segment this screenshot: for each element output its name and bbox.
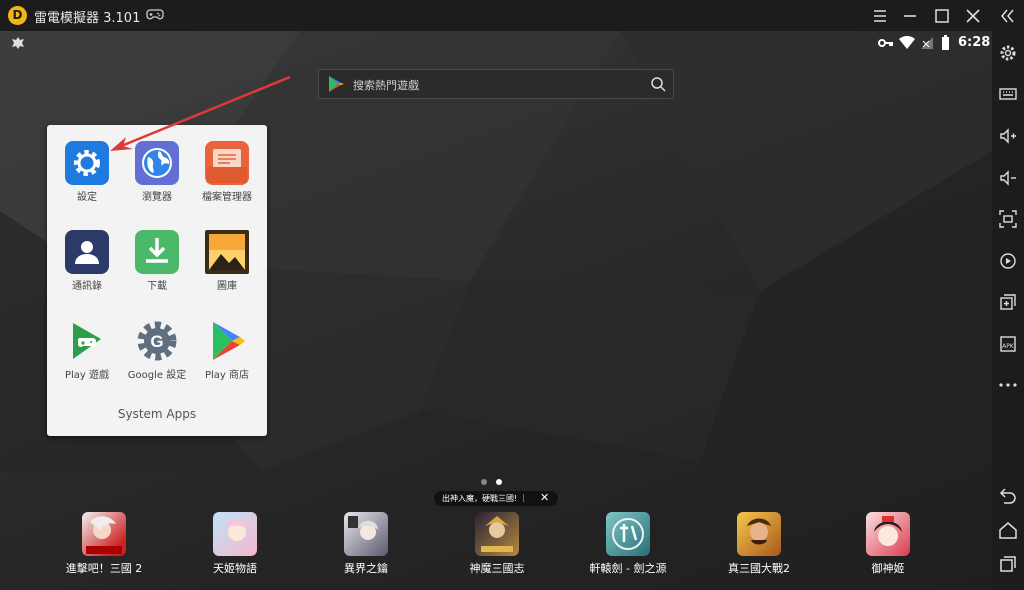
folder-name[interactable]: System Apps [47, 407, 267, 421]
app-label: 設定 [77, 192, 97, 203]
status-bar: 6:28 [0, 31, 992, 57]
dock-app-label: 進擊吧！三國 2 [65, 562, 143, 575]
collapse-sidebar-icon[interactable] [997, 6, 1017, 26]
window-title: 雷電模擬器 3.101 [34, 11, 141, 26]
game-icon [606, 512, 650, 556]
app-google-settings[interactable]: G Google 設定 [122, 319, 192, 381]
wifi-icon [899, 36, 915, 49]
dock-app-label: 天姬物語 [213, 562, 257, 575]
app-contacts[interactable]: 通訊錄 [52, 230, 122, 292]
app-label: 通訊錄 [72, 281, 102, 292]
play-store-icon [205, 319, 249, 363]
keyboard-icon[interactable] [998, 84, 1018, 104]
no-signal-icon [921, 37, 933, 49]
ldplayer-logo-icon: D [8, 6, 27, 25]
title-bar: D 雷電模擬器 3.101 [0, 0, 1024, 31]
dock-app-label: 真三國大戰2 [728, 562, 790, 575]
toast-close-button[interactable]: ✕ [540, 491, 549, 504]
gallery-icon [205, 230, 249, 274]
home-icon[interactable] [998, 520, 1018, 540]
clock: 6:28 [958, 35, 991, 50]
game-icon [82, 512, 126, 556]
multi-instance-icon[interactable] [998, 292, 1018, 312]
menu-icon[interactable] [870, 6, 890, 26]
dock-app-label: 神魔三國志 [469, 562, 525, 575]
minimize-icon[interactable] [900, 6, 920, 26]
annotation-arrow [110, 75, 291, 151]
app-gallery[interactable]: 圖庫 [192, 230, 262, 292]
toast-text: 出神入魔，硬戰三國! ｜ [442, 494, 528, 503]
gamepad-icon[interactable] [146, 8, 164, 22]
page-dot-active[interactable] [496, 479, 502, 485]
back-icon[interactable] [998, 485, 1018, 505]
dock-app-label: 異界之鑰 [344, 562, 388, 575]
app-label: Play 商店 [204, 370, 250, 381]
record-icon[interactable] [998, 251, 1018, 271]
right-toolbar: APK [992, 31, 1024, 590]
play-games-icon [65, 319, 109, 363]
dock-app-6[interactable]: 真三國大戰2 [709, 512, 809, 576]
google-settings-icon: G [135, 319, 179, 363]
promo-toast[interactable]: 出神入魔，硬戰三國! ｜ ✕ [434, 491, 558, 506]
app-label: Google 設定 [127, 370, 187, 381]
game-icon [475, 512, 519, 556]
dock-app-3[interactable]: 異界之鑰 [316, 512, 416, 576]
more-icon[interactable] [998, 375, 1018, 395]
app-label: 瀏覽器 [142, 192, 172, 203]
game-icon [737, 512, 781, 556]
app-play-games[interactable]: Play 遊戲 [52, 319, 122, 381]
android-screen: 6:28 搜索熱門遊戲 設定 瀏覽器 檔案管理器 通訊錄 下載 圖庫 Play … [0, 31, 992, 590]
app-play-store[interactable]: Play 商店 [192, 319, 262, 381]
search-input[interactable]: 搜索熱門遊戲 [353, 77, 419, 93]
dock-app-label: 軒轅劍 - 劍之源 [589, 562, 667, 575]
game-icon [213, 512, 257, 556]
google-play-icon [329, 76, 344, 92]
close-icon[interactable] [963, 6, 983, 26]
fullscreen-icon[interactable] [998, 209, 1018, 229]
apk-install-icon[interactable]: APK [998, 334, 1018, 354]
volume-down-icon[interactable] [998, 168, 1018, 188]
svg-text:APK: APK [1002, 343, 1015, 350]
volume-up-icon[interactable] [998, 126, 1018, 146]
recent-apps-icon[interactable] [998, 554, 1018, 574]
app-download[interactable]: 下載 [122, 230, 192, 292]
dock-app-5[interactable]: 軒轅劍 - 劍之源 [578, 512, 678, 576]
settings-gear-icon[interactable] [998, 43, 1018, 63]
game-icon [344, 512, 388, 556]
app-label: 檔案管理器 [202, 192, 252, 203]
game-icon [866, 512, 910, 556]
vpn-key-icon [878, 39, 893, 47]
system-apps-folder: 設定 瀏覽器 檔案管理器 通訊錄 下載 圖庫 Play 遊戲 G Google … [47, 125, 267, 436]
download-icon [135, 230, 179, 274]
battery-icon [942, 35, 949, 50]
dock-app-1[interactable]: 進擊吧！三國 2 [54, 512, 154, 576]
app-label: 下載 [147, 281, 167, 292]
dock-app-2[interactable]: 天姬物語 [185, 512, 285, 576]
app-label: Play 遊戲 [64, 370, 110, 381]
dock-app-7[interactable]: 御神姬 [838, 512, 938, 576]
dock-app-label: 御神姬 [871, 562, 905, 575]
svg-text:G: G [150, 332, 163, 351]
search-icon[interactable] [650, 76, 666, 92]
dock-app-4[interactable]: 神魔三國志 [447, 512, 547, 576]
app-label: 圖庫 [217, 281, 237, 292]
page-dot[interactable] [481, 479, 487, 485]
contacts-icon [65, 230, 109, 274]
search-bar[interactable]: 搜索熱門遊戲 [318, 69, 674, 99]
maximize-icon[interactable] [932, 6, 952, 26]
launcher-badge-icon [12, 37, 24, 49]
